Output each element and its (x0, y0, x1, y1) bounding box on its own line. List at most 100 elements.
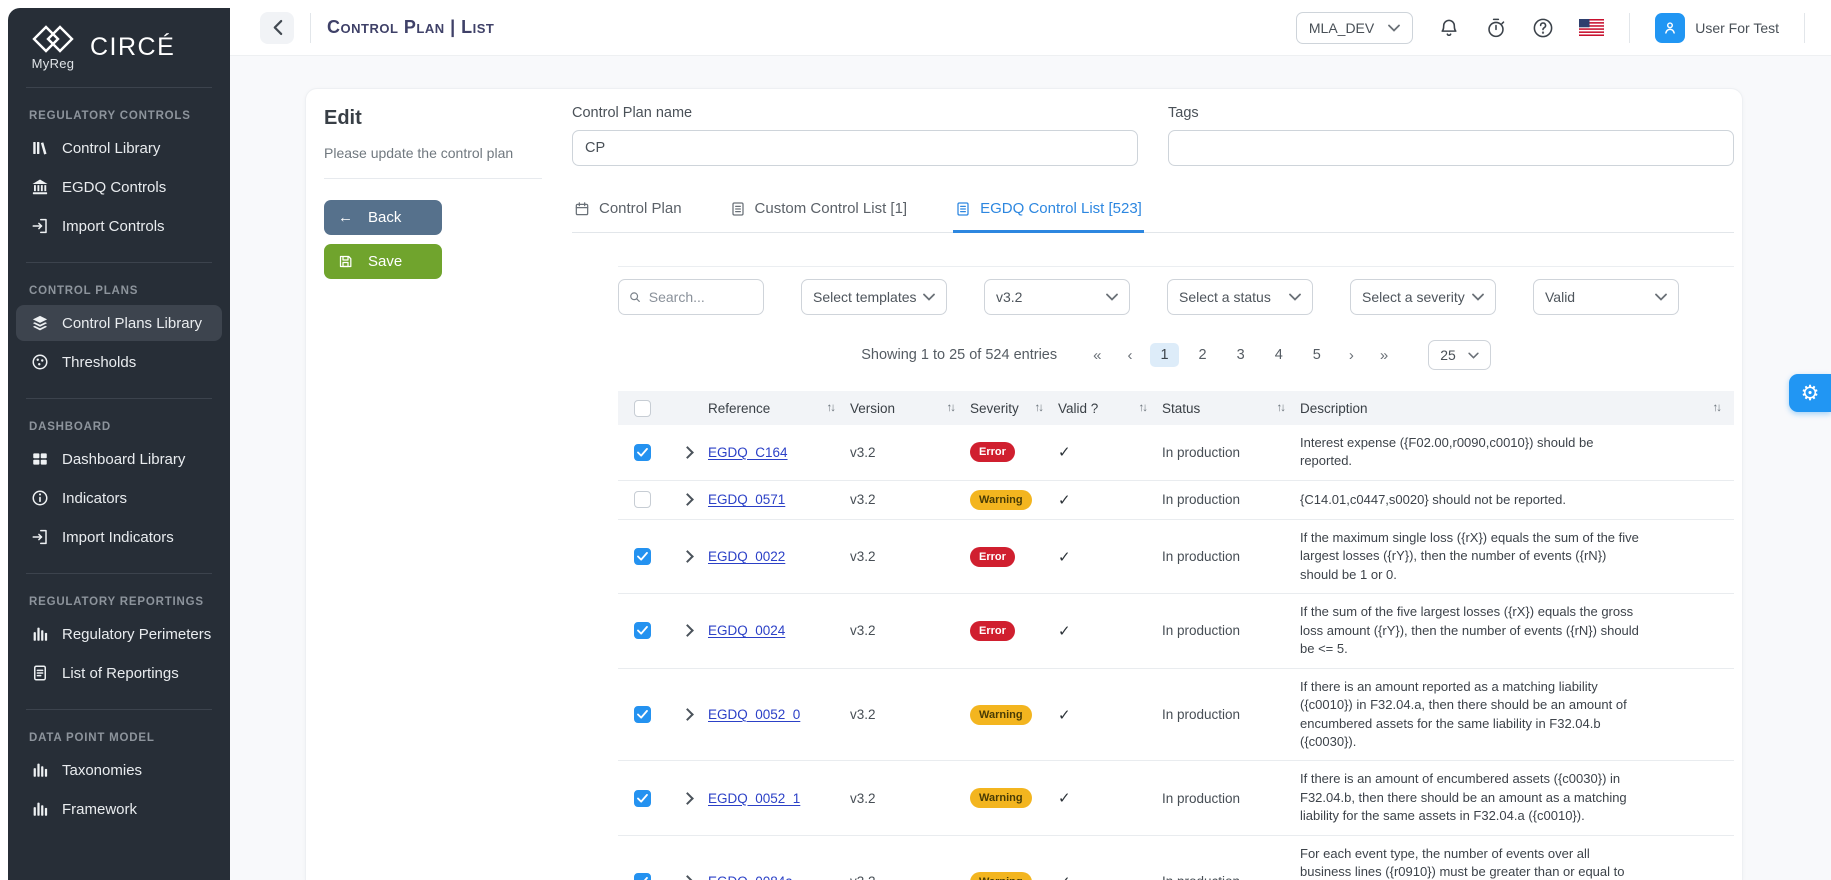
expand-row-icon[interactable] (681, 625, 694, 638)
row-checkbox[interactable] (634, 790, 651, 807)
status-cell: In production (1162, 874, 1300, 880)
search-input[interactable] (649, 289, 753, 305)
expand-row-icon[interactable] (681, 875, 694, 880)
sort-icon[interactable]: ↑↓ (1277, 402, 1285, 414)
reference-link[interactable]: EGDQ_0052_0 (708, 707, 800, 722)
severity-badge: Warning (970, 705, 1032, 725)
page-button-3[interactable]: 3 (1227, 343, 1255, 367)
page-size-select[interactable]: 25 (1428, 340, 1491, 370)
status-cell: In production (1162, 707, 1300, 722)
sidebar-section-label: DATA POINT MODEL (29, 732, 230, 744)
row-checkbox[interactable] (634, 491, 651, 508)
chevron-down-icon (1468, 352, 1479, 359)
search-box[interactable] (618, 279, 764, 315)
sidebar-item-label: Regulatory Perimeters (62, 626, 211, 643)
valid-select[interactable]: Valid (1533, 279, 1679, 315)
reference-link[interactable]: EGDQ_0024 (708, 623, 785, 638)
column-header-version: Version↑↓ (850, 401, 970, 416)
table-header-row: Reference↑↓Version↑↓Severity↑↓Valid ?↑↓S… (618, 391, 1734, 425)
sidebar-item-label: Import Indicators (62, 529, 174, 546)
sidebar-item-taxonomies[interactable]: Taxonomies (16, 752, 222, 788)
chevron-down-icon (1655, 293, 1667, 301)
expand-row-icon[interactable] (681, 446, 694, 459)
reference-link[interactable]: EGDQ_0571 (708, 492, 785, 507)
reference-link[interactable]: EGDQ_0022 (708, 549, 785, 564)
edit-card: Edit Please update the control plan ← Ba… (305, 88, 1743, 880)
row-checkbox[interactable] (634, 548, 651, 565)
back-chevron-button[interactable] (260, 12, 294, 44)
timer-stopwatch-icon[interactable] (1485, 17, 1507, 39)
row-checkbox[interactable] (634, 706, 651, 723)
sidebar-item-regulatory-perimeters[interactable]: Regulatory Perimeters (16, 616, 222, 652)
sidebar-item-control-library[interactable]: Control Library (16, 130, 222, 166)
tab-bar: Control Plan Custom Control List [1] EGDQ … (572, 196, 1734, 233)
last-page-button[interactable]: » (1372, 343, 1396, 368)
expand-row-icon[interactable] (681, 708, 694, 721)
sidebar-item-thresholds[interactable]: Thresholds (16, 344, 222, 380)
expand-row-icon[interactable] (681, 792, 694, 805)
templates-select[interactable]: Select templates (801, 279, 947, 315)
control-plan-name-input[interactable] (572, 130, 1138, 166)
sidebar-item-egdq-controls[interactable]: EGDQ Controls (16, 169, 222, 205)
save-button[interactable]: Save (324, 244, 442, 279)
sidebar-divider (26, 573, 212, 574)
language-us-flag-icon[interactable] (1579, 19, 1604, 36)
environment-select[interactable]: MLA_DEV (1296, 12, 1413, 44)
sidebar-item-label: Framework (62, 801, 137, 818)
sort-icon[interactable]: ↑↓ (1035, 402, 1043, 414)
settings-gear-button[interactable]: ⚙ (1789, 374, 1831, 412)
sort-icon[interactable]: ↑↓ (827, 402, 835, 414)
reference-link[interactable]: EGDQ_0084a (708, 874, 793, 880)
row-checkbox[interactable] (634, 622, 651, 639)
select-all-checkbox[interactable] (634, 400, 651, 417)
user-menu[interactable]: User For Test (1655, 13, 1779, 43)
expand-row-icon[interactable] (681, 494, 694, 507)
notifications-bell-icon[interactable] (1438, 17, 1460, 39)
help-icon[interactable] (1532, 17, 1554, 39)
severity-badge: Warning (970, 490, 1032, 510)
calendar-icon (574, 201, 590, 217)
app-name: CIRCÉ (90, 33, 175, 62)
sidebar-item-import-indicators[interactable]: Import Indicators (16, 519, 222, 555)
brand-logo: MyReg (30, 24, 76, 71)
tab-label: Custom Control List [1] (755, 200, 908, 217)
severity-select[interactable]: Select a severity (1350, 279, 1496, 315)
tab-custom-control-list-1[interactable]: Custom Control List [1] (728, 196, 910, 233)
topbar-divider (1804, 13, 1805, 43)
next-page-button[interactable]: › (1341, 343, 1362, 368)
tab-egdq-control-list-523[interactable]: EGDQ Control List [523] (953, 196, 1144, 233)
status-select[interactable]: Select a status (1167, 279, 1313, 315)
sort-icon[interactable]: ↑↓ (1713, 402, 1721, 414)
sidebar-item-control-plans-library[interactable]: Control Plans Library (16, 305, 222, 341)
tags-input[interactable] (1168, 130, 1734, 166)
row-checkbox[interactable] (634, 873, 651, 880)
sidebar-divider (26, 709, 212, 710)
version-select[interactable]: v3.2 (984, 279, 1130, 315)
sidebar-item-indicators[interactable]: Indicators (16, 480, 222, 516)
page-button-4[interactable]: 4 (1265, 343, 1293, 367)
row-checkbox[interactable] (634, 444, 651, 461)
sidebar-item-list-of-reportings[interactable]: List of Reportings (16, 655, 222, 691)
valid-check-icon: ✓ (1058, 874, 1071, 880)
sort-icon[interactable]: ↑↓ (1139, 402, 1147, 414)
tab-control-plan[interactable]: Control Plan (572, 196, 684, 233)
reference-link[interactable]: EGDQ_0052_1 (708, 791, 800, 806)
description-cell: If the maximum single loss ({rX}) equals… (1300, 529, 1734, 584)
previous-page-button[interactable]: ‹ (1119, 343, 1140, 368)
version-cell: v3.2 (850, 445, 970, 460)
first-page-button[interactable]: « (1085, 343, 1109, 368)
valid-check-icon: ✓ (1058, 707, 1071, 724)
page-button-5[interactable]: 5 (1303, 343, 1331, 367)
reference-link[interactable]: EGDQ_C164 (708, 445, 788, 460)
sidebar-item-framework[interactable]: Framework (16, 791, 222, 827)
top-bar: Control Plan | List MLA_DEV (230, 0, 1831, 56)
page-button-2[interactable]: 2 (1189, 343, 1217, 367)
chart-icon (31, 761, 49, 779)
sidebar-item-dashboard-library[interactable]: Dashboard Library (16, 441, 222, 477)
expand-row-icon[interactable] (681, 550, 694, 563)
chevron-down-icon (1472, 293, 1484, 301)
sort-icon[interactable]: ↑↓ (947, 402, 955, 414)
page-button-1[interactable]: 1 (1150, 343, 1178, 367)
sidebar-item-import-controls[interactable]: Import Controls (16, 208, 222, 244)
back-button[interactable]: ← Back (324, 200, 442, 235)
